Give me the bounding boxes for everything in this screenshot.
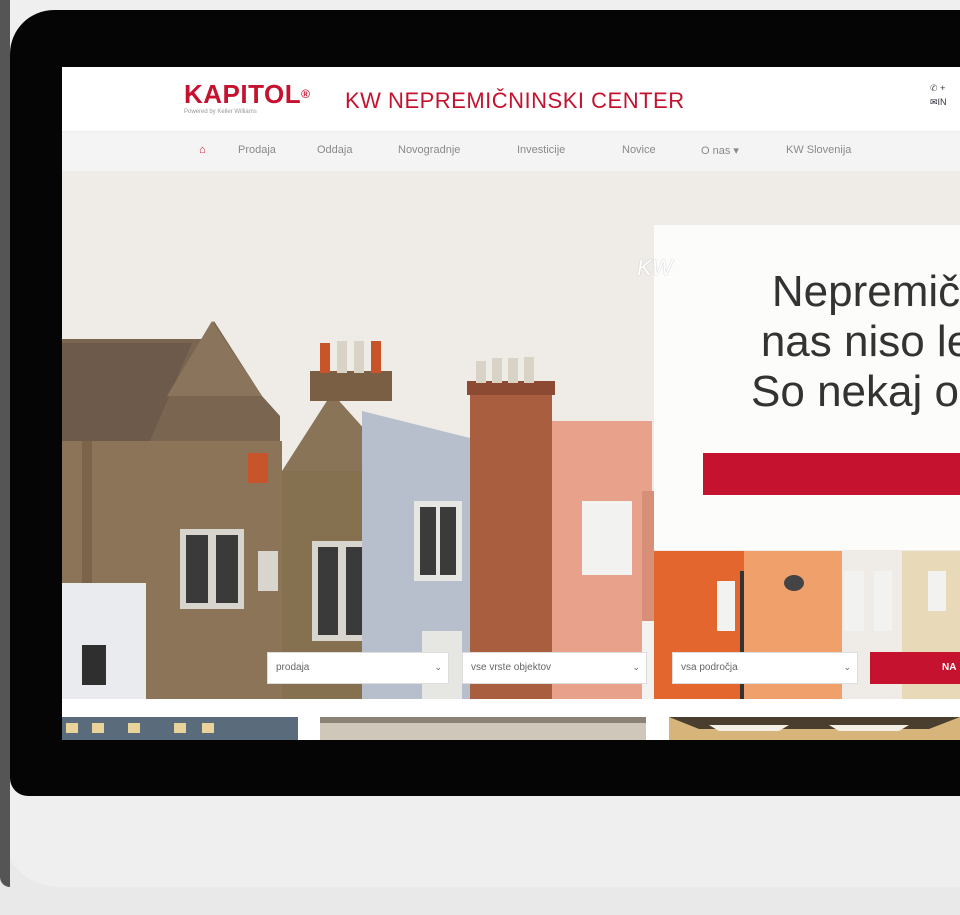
- logo-word: KAPITOL: [184, 79, 302, 109]
- tagline-line-3: So nekaj os: [751, 367, 960, 416]
- thumb-image: [320, 717, 646, 740]
- listing-thumbnails: [62, 699, 960, 740]
- tagline-line-1: Nepremič: [771, 267, 960, 316]
- hero-cta-button[interactable]: [703, 453, 960, 495]
- chevron-down-icon: ⌄: [434, 662, 442, 672]
- tagline-line-2: nas niso le: [760, 317, 960, 366]
- chevron-down-icon: ⌄: [632, 662, 640, 672]
- site-header: KAPITOL® Powered by Keller Williams KW N…: [62, 67, 960, 131]
- chevron-down-icon: ⌄: [843, 662, 851, 672]
- contact-info: ✆ + ✉IN: [930, 81, 947, 109]
- type-select-value: prodaja: [276, 662, 310, 673]
- area-select[interactable]: vsa področja ⌄: [672, 652, 858, 684]
- object-select-value: vse vrste objektov: [471, 662, 552, 673]
- nav-item-prodaja[interactable]: Prodaja: [238, 144, 276, 156]
- site-title: KW NEPREMIČNINSKI CENTER: [345, 88, 685, 113]
- thumb-image: [669, 717, 960, 740]
- phone-text: +: [940, 83, 946, 93]
- mail-icon: ✉: [930, 97, 938, 107]
- object-select[interactable]: vse vrste objektov ⌄: [462, 652, 647, 684]
- logo-reg-mark: ®: [301, 87, 311, 101]
- email-text: IN: [937, 97, 947, 107]
- listing-thumb[interactable]: [62, 717, 298, 740]
- device-edge: [0, 0, 10, 887]
- main-nav: ⌂ Prodaja Oddaja Novogradnje Investicije…: [62, 131, 960, 173]
- thumb-image: [62, 717, 298, 740]
- type-select[interactable]: prodaja ⌄: [267, 652, 449, 684]
- nav-item-novogradnje[interactable]: Novogradnje: [398, 144, 460, 156]
- phone-line[interactable]: ✆ +: [930, 81, 947, 95]
- listing-thumb[interactable]: [320, 717, 646, 740]
- nav-item-oddaja[interactable]: Oddaja: [317, 144, 352, 156]
- device-frame: KAPITOL® Powered by Keller Williams KW N…: [0, 0, 960, 887]
- logo-subtitle: Powered by Keller Williams: [184, 109, 257, 115]
- phone-icon: ✆: [930, 83, 938, 93]
- site-logo[interactable]: KAPITOL® Powered by Keller Williams: [184, 81, 310, 115]
- search-button[interactable]: NA: [870, 652, 960, 684]
- hero-tagline: Nepremič nas niso le So nekaj os: [676, 267, 960, 417]
- nav-item-investicije[interactable]: Investicije: [517, 144, 565, 156]
- nav-item-o-nas[interactable]: O nas ▾: [701, 144, 739, 157]
- email-line[interactable]: ✉IN: [930, 95, 947, 109]
- nav-item-kw-slovenija[interactable]: KW Slovenija: [786, 144, 851, 156]
- logo-text: KAPITOL®: [184, 81, 310, 107]
- kw-watermark: KW: [637, 255, 673, 280]
- home-icon[interactable]: ⌂: [199, 144, 206, 156]
- listing-thumb[interactable]: [669, 717, 960, 740]
- nav-item-novice[interactable]: Novice: [622, 144, 656, 156]
- browser-screen: KAPITOL® Powered by Keller Williams KW N…: [62, 67, 960, 740]
- area-select-value: vsa področja: [681, 662, 738, 673]
